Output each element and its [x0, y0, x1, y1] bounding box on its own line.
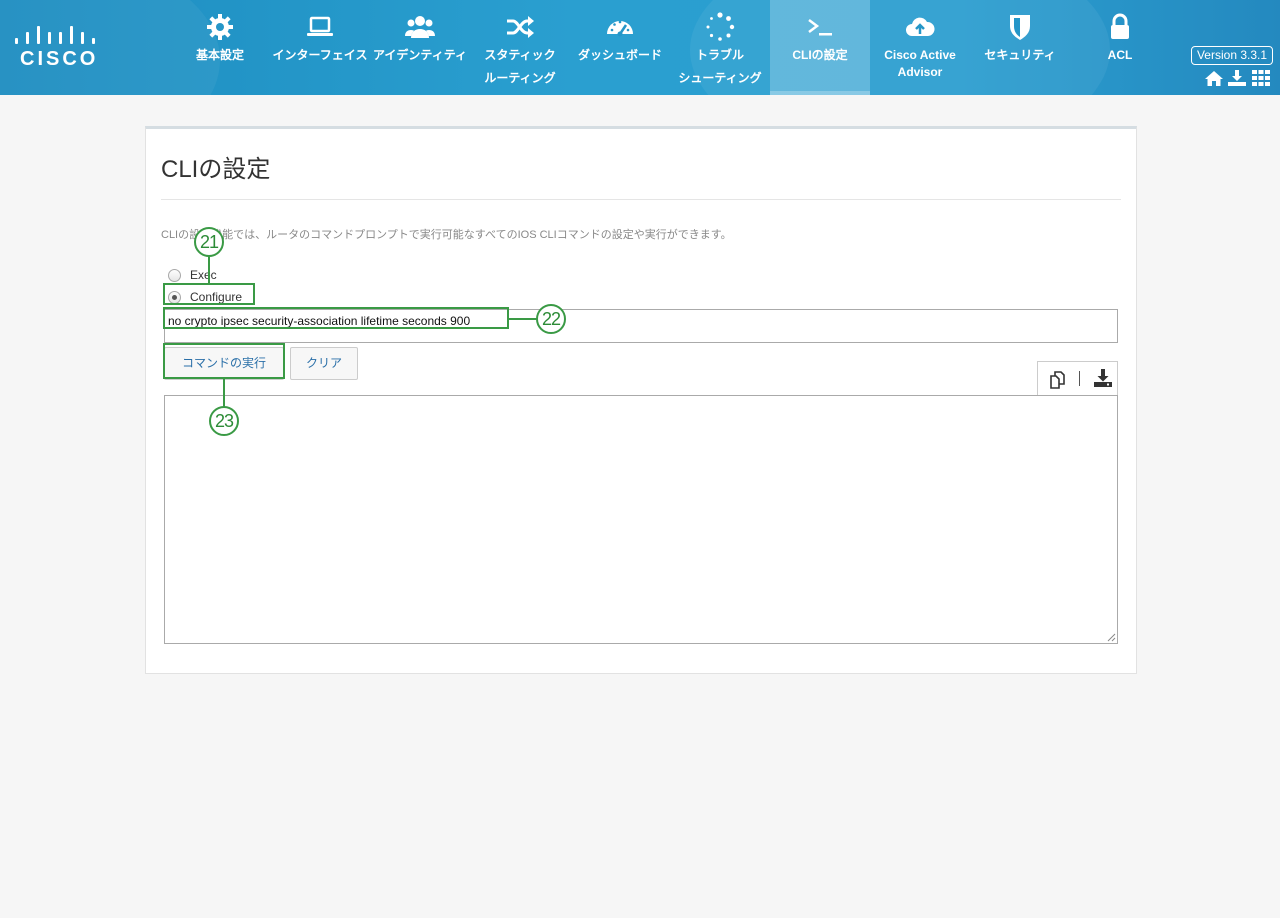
nav-label: スタティック [484, 48, 556, 62]
resize-grip-icon[interactable] [1107, 633, 1116, 642]
highlight-command-input [163, 307, 509, 329]
nav-label: CLIの設定 [792, 48, 848, 62]
terminal-icon [808, 19, 832, 36]
download-output-icon[interactable] [1093, 369, 1113, 388]
users-icon [405, 16, 435, 38]
nav-security[interactable]: セキュリティ [972, 0, 1068, 95]
nav-acl[interactable]: ACL [1072, 0, 1168, 95]
callout-connector [223, 379, 225, 407]
nav-label: ダッシュボード [577, 48, 662, 62]
nav-cisco-active-advisor[interactable]: Cisco Active Advisor [872, 0, 968, 95]
version-badge: Version 3.3.1 [1191, 46, 1273, 65]
download-icon[interactable] [1228, 70, 1246, 86]
nav-identity[interactable]: アイデンティティ [372, 0, 468, 95]
callout-23: 23 [209, 406, 239, 436]
lock-icon [1111, 13, 1129, 39]
nav-cli-settings[interactable]: CLIの設定 [770, 0, 870, 95]
nav-dashboard[interactable]: ダッシュボード [572, 0, 668, 95]
toolbar-separator [1079, 371, 1080, 386]
clear-button[interactable]: クリア [290, 347, 358, 380]
nav-label: Advisor [897, 65, 943, 79]
callout-22: 22 [536, 304, 566, 334]
cisco-logo-text: CISCO [20, 48, 99, 70]
cli-settings-panel: CLIの設定 CLIの設定機能では、ルータのコマンドプロンプトで実行可能なすべて… [145, 126, 1137, 674]
page-title: CLIの設定 [161, 156, 271, 183]
cisco-logo-bars [14, 20, 98, 44]
laptop-icon [307, 16, 333, 36]
shield-icon [1010, 15, 1030, 40]
nav-interfaces[interactable]: インターフェイス [270, 0, 370, 95]
callout-connector [509, 318, 537, 320]
nav-label: インターフェイス [272, 48, 368, 62]
utility-icons [1205, 70, 1275, 88]
divider [161, 199, 1121, 200]
callout-connector [208, 254, 210, 284]
nav-label: ルーティング [484, 71, 556, 85]
nav-label: Cisco Active [884, 48, 956, 62]
nav-label: アイデンティティ [373, 48, 467, 62]
copy-icon[interactable] [1048, 370, 1068, 390]
nav-label: ACL [1107, 48, 1133, 62]
nav-basic-settings[interactable]: 基本設定 [180, 0, 260, 95]
gear-icon [207, 14, 233, 40]
output-toolbar [1037, 361, 1118, 396]
exec-radio[interactable] [168, 269, 181, 282]
command-output-area[interactable] [164, 395, 1118, 644]
cloud-upload-icon [906, 17, 935, 36]
nav-label: シューティング [678, 71, 762, 85]
nav-label: トラブル [695, 48, 744, 62]
nav-label: 基本設定 [195, 48, 244, 62]
highlight-run-command [163, 343, 285, 379]
highlight-configure [163, 283, 255, 305]
cisco-logo[interactable]: CISCO [14, 20, 98, 70]
apps-grid-icon[interactable] [1252, 70, 1270, 86]
spinner-icon [706, 12, 735, 41]
nav-static-routing[interactable]: スタティック ルーティング [476, 0, 564, 95]
dashboard-icon [607, 20, 633, 37]
page-description: CLIの設定機能では、ルータのコマンドプロンプトで実行可能なすべてのIOS CL… [161, 229, 732, 241]
callout-21: 21 [194, 227, 224, 257]
shuffle-icon [507, 16, 534, 38]
nav-label: セキュリティ [984, 48, 1056, 62]
top-nav-bar: CISCO 基本設定 インターフェイス アイデンティティ スタティック ルーティ… [0, 0, 1280, 95]
nav-troubleshooting[interactable]: トラブル シューティング [670, 0, 770, 95]
home-icon[interactable] [1205, 70, 1223, 86]
exec-radio-label: Exec [190, 268, 217, 282]
